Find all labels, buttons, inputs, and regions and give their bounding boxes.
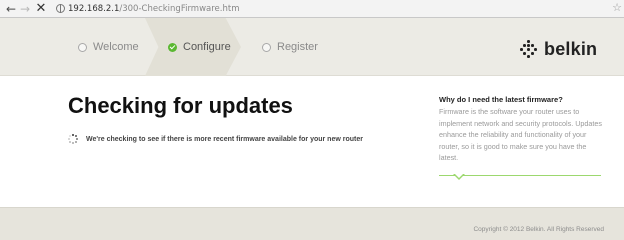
check-circle-icon: [168, 42, 177, 52]
url-path: /300-CheckingFirmware.htm: [119, 3, 240, 14]
page-footer: Copyright © 2012 Belkin. All Rights Rese…: [0, 207, 624, 240]
step-configure: Configure: [168, 18, 231, 76]
step-welcome: Welcome: [78, 18, 139, 76]
belkin-logo: belkin: [520, 37, 597, 61]
spinner-icon: [68, 134, 78, 144]
page-title: Checking for updates: [68, 93, 293, 118]
address-bar[interactable]: 192.168.2.1/300-CheckingFirmware.htm: [56, 2, 620, 16]
browser-toolbar: ← → ✕ 192.168.2.1/300-CheckingFirmware.h…: [0, 0, 624, 18]
logo-dots-icon: [520, 40, 538, 58]
stop-icon[interactable]: ✕: [34, 1, 48, 17]
step-label: Welcome: [93, 41, 139, 53]
forward-arrow-icon[interactable]: →: [18, 1, 32, 17]
step-label: Configure: [183, 41, 231, 53]
logo-text: belkin: [544, 38, 598, 59]
back-arrow-icon[interactable]: ←: [4, 1, 18, 17]
help-title: Why do I need the latest firmware?: [439, 95, 563, 104]
star-icon[interactable]: ☆: [612, 1, 622, 14]
step-pending-icon: [78, 42, 87, 52]
step-label: Register: [277, 41, 318, 53]
step-register: Register: [262, 18, 318, 76]
main-content: Checking for updates We're checking to s…: [0, 77, 624, 207]
globe-icon: [56, 4, 65, 13]
step-pending-icon: [262, 42, 271, 52]
url-host: 192.168.2.1: [68, 3, 120, 14]
help-divider-notch: [453, 173, 465, 180]
help-panel: Why do I need the latest firmware? Firmw…: [439, 95, 607, 164]
status-text: We're checking to see if there is more r…: [86, 135, 363, 143]
copyright-text: Copyright © 2012 Belkin. All Rights Rese…: [473, 226, 604, 233]
help-body: Firmware is the software your router use…: [439, 107, 602, 162]
checking-status: We're checking to see if there is more r…: [68, 134, 363, 144]
